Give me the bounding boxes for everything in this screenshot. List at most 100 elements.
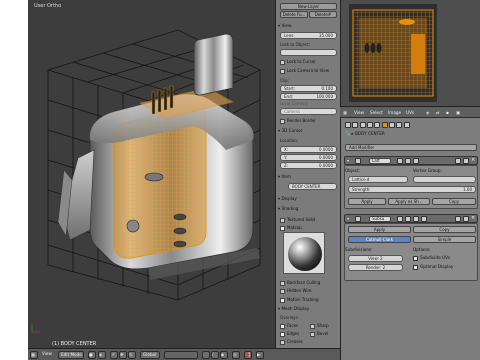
shading-header[interactable]: Shading [278, 205, 339, 212]
data-tab-icon[interactable] [389, 122, 396, 128]
vertex-group-field[interactable] [413, 176, 476, 183]
editmode-toggle-icon[interactable] [413, 216, 419, 222]
lock-object-field[interactable] [280, 49, 337, 56]
editmode-toggle-icon[interactable] [413, 158, 419, 164]
clip-end-field[interactable]: End: 100.000 [280, 93, 337, 100]
strength-field[interactable]: Strength: 1.00 [348, 186, 476, 193]
material-tab-icon[interactable] [396, 122, 403, 128]
image-browse-icon[interactable]: ▣ [456, 110, 460, 115]
item-header[interactable]: Item [278, 173, 339, 180]
uv-image-editor[interactable] [340, 0, 480, 106]
world-tab-icon[interactable] [359, 122, 366, 128]
simple-tab[interactable]: Simple [413, 236, 476, 243]
mode-select[interactable]: Edit Mode [58, 351, 84, 359]
close-icon[interactable]: × [471, 215, 475, 221]
collapse-arrow-icon[interactable]: ▾ [347, 158, 349, 163]
cursor-x-field[interactable]: X: 0.0000 [280, 146, 337, 153]
move-down-icon[interactable] [463, 216, 469, 222]
editor-type-icon[interactable]: ▦ [30, 351, 38, 359]
add-modifier-button[interactable]: Add Modifier [345, 144, 477, 151]
cursor-y-field[interactable]: Y: 0.0000 [280, 154, 337, 161]
optimal-display-checkbox[interactable]: Optimal Display [413, 263, 453, 271]
delete-fo-button[interactable]: Delete Fo... [280, 11, 308, 18]
object-tab-icon[interactable] [367, 122, 374, 128]
cursor-z-field[interactable]: Z: 0.0000 [280, 162, 337, 169]
bevel-checkbox[interactable]: Bevel [310, 330, 337, 337]
view-menu[interactable]: View [354, 110, 364, 115]
select-mode-icon[interactable]: ▪ [446, 110, 449, 115]
subsurf-modifier-header[interactable]: ▾ Subsu × [344, 214, 478, 223]
clip-start-field[interactable]: Start: 0.100 [280, 85, 337, 92]
sharp-checkbox[interactable]: Sharp [310, 322, 337, 329]
lock-camera-checkbox[interactable]: Lock Camera to View [280, 67, 337, 74]
eye-toggle-icon[interactable] [405, 158, 411, 164]
camera-toggle-icon[interactable] [397, 158, 403, 164]
lens-field[interactable]: Lens: 35.000 [280, 32, 337, 39]
delete-button[interactable]: Delete# [309, 11, 337, 18]
select-menu[interactable]: Select [370, 110, 383, 115]
manipulator-icon[interactable]: ↗ [110, 351, 118, 359]
edge-select-icon[interactable]: / [211, 351, 219, 359]
faces-checkbox[interactable]: Faces [280, 322, 310, 329]
lattice-name-field[interactable]: Latt [369, 158, 391, 164]
apply-as-shape-button[interactable]: Apply as Sh... [388, 198, 430, 205]
mesh-display-header[interactable]: Mesh Display [278, 305, 339, 312]
hidden-wire-checkbox[interactable]: Hidden Wire [280, 287, 337, 294]
collapse-arrow-icon[interactable]: ▾ [347, 216, 349, 221]
close-icon[interactable]: × [471, 157, 475, 163]
view-menu[interactable]: View [40, 351, 54, 359]
creases-checkbox[interactable]: Creases [280, 338, 310, 345]
render-tab-icon[interactable] [345, 122, 351, 128]
3d-cursor-header[interactable]: 3D Cursor [278, 127, 339, 134]
pivot-icon[interactable]: ◈ [98, 351, 106, 359]
apply-button-2[interactable]: Apply [348, 226, 411, 233]
camera-field[interactable]: Camera [280, 108, 337, 115]
uvs-menu[interactable]: UVs [406, 110, 414, 115]
camera-toggle-icon[interactable] [397, 216, 403, 222]
modifiers-tab-icon[interactable] [381, 122, 388, 128]
render-border-checkbox[interactable]: Render Border [280, 117, 337, 124]
lattice-modifier-header[interactable]: ▾ Latt × [344, 156, 478, 165]
backface-culling-checkbox[interactable]: Backface Culling [280, 279, 337, 286]
constraints-tab-icon[interactable] [374, 122, 381, 128]
image-menu[interactable]: Image [388, 110, 401, 115]
subdivide-uvs-checkbox[interactable]: Subdivide UVs [413, 254, 450, 262]
proportional-edit-icon[interactable]: ◎ [232, 351, 240, 359]
texture-tab-icon[interactable] [403, 122, 410, 128]
lattice-object-field[interactable]: Lattice.d [348, 176, 408, 183]
item-name-field[interactable]: BODY CENTER [288, 183, 337, 190]
rotate-icon[interactable]: ↻ [128, 351, 136, 359]
sync-icon[interactable]: ⇄ [436, 110, 440, 115]
move-up-icon[interactable] [455, 216, 461, 222]
copy-button-2[interactable]: Copy [413, 226, 476, 233]
textured-solid-checkbox[interactable]: Textured Solid [280, 216, 337, 223]
snap-icon[interactable]: 🧲 [244, 351, 252, 359]
vertex-select-icon[interactable]: · [202, 351, 210, 359]
copy-button[interactable]: Copy [432, 198, 476, 205]
display-header[interactable]: Display [278, 195, 339, 202]
shading-icon[interactable]: ● [88, 351, 96, 359]
cage-toggle-icon[interactable] [421, 216, 427, 222]
matcap-checkbox[interactable]: Matcap [280, 224, 337, 231]
subsurf-name-field[interactable]: Subsu [369, 216, 391, 222]
render-levels-field[interactable]: Render: 2 [348, 264, 403, 271]
face-select-icon[interactable]: ▪ [220, 351, 228, 359]
view-levels-field[interactable]: View: 2 [348, 255, 403, 262]
scene-tab-icon[interactable] [352, 122, 359, 128]
render-icon[interactable]: ▶ [256, 351, 264, 359]
apply-button[interactable]: Apply [348, 198, 386, 205]
orientation-select[interactable]: Global [140, 351, 160, 359]
translate-icon[interactable]: ✥ [119, 351, 127, 359]
pivot-icon[interactable]: ◈ [426, 110, 429, 115]
move-up-icon[interactable] [455, 158, 461, 164]
matcap-preview[interactable] [283, 232, 325, 274]
catmull-clark-tab[interactable]: Catmull-Clark [348, 236, 411, 243]
lock-to-cursor-checkbox[interactable]: Lock to Cursor [280, 58, 337, 65]
3d-viewport[interactable]: User Ortho (1) BODY CENTER [28, 0, 275, 348]
edges-checkbox[interactable]: Edges [280, 330, 310, 337]
view-panel-header[interactable]: View [278, 22, 339, 29]
motion-tracking-checkbox[interactable]: Motion Tracking [280, 296, 337, 303]
move-down-icon[interactable] [463, 158, 469, 164]
layers-widget[interactable] [164, 351, 198, 359]
eye-toggle-icon[interactable] [405, 216, 411, 222]
